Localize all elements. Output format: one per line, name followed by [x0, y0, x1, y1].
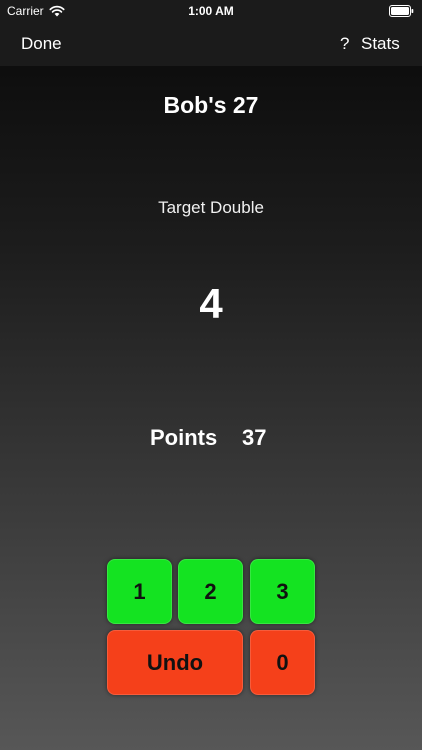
points-display: Points 37 [150, 425, 266, 451]
hit-3-button[interactable]: 3 [250, 559, 315, 624]
help-button[interactable]: ? [340, 34, 349, 54]
undo-button[interactable]: Undo [107, 630, 243, 695]
stats-button[interactable]: Stats [361, 34, 400, 54]
points-label: Points [150, 425, 218, 450]
game-title: Bob's 27 [163, 92, 259, 118]
battery-icon [389, 5, 414, 17]
app-screen: Carrier 1:00 AM Done ? Stats Bob's 27 Ta… [0, 0, 422, 750]
hit-2-button[interactable]: 2 [178, 559, 243, 624]
status-bar: Carrier 1:00 AM [0, 0, 422, 22]
points-value: 37 [242, 425, 267, 450]
hit-0-button[interactable]: 0 [250, 630, 315, 695]
done-button[interactable]: Done [21, 34, 62, 54]
navigation-bar: Done ? Stats [0, 22, 422, 66]
status-time: 1:00 AM [188, 4, 234, 18]
hit-1-button[interactable]: 1 [107, 559, 172, 624]
target-label: Target Double [158, 198, 264, 217]
target-double-value: 4 [199, 280, 223, 327]
